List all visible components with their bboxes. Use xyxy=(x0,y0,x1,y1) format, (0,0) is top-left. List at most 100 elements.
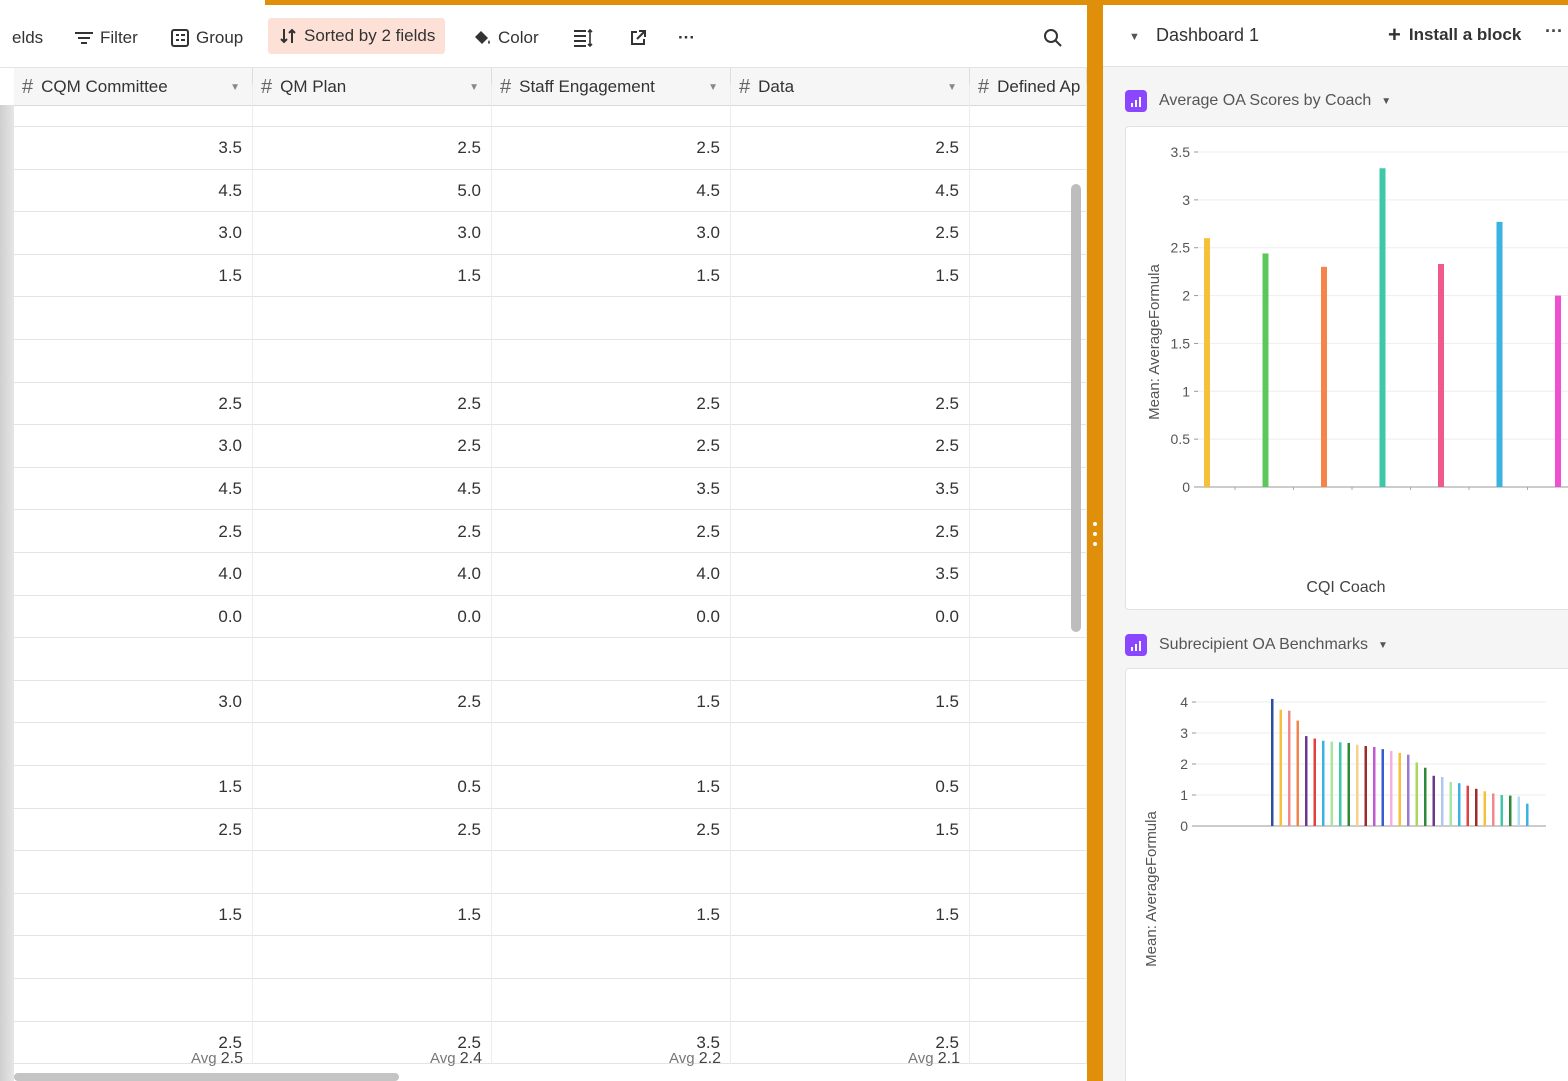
table-row[interactable]: 2.5 2.5 2.5 2.5 xyxy=(14,382,1087,426)
table-row[interactable] xyxy=(14,637,1087,681)
table-cell[interactable]: 0.0 xyxy=(492,595,731,639)
table-cell[interactable] xyxy=(970,510,1087,553)
table-cell[interactable] xyxy=(492,850,731,894)
column-summary[interactable]: Avg 2.5 xyxy=(14,1050,243,1068)
table-cell[interactable]: 1.5 xyxy=(492,254,731,298)
table-cell[interactable]: 1.5 xyxy=(731,808,970,852)
table-cell[interactable]: 1.5 xyxy=(731,254,970,298)
table-row[interactable]: 3.5 2.5 2.5 2.5 xyxy=(14,126,1087,170)
filter-button[interactable]: Filter xyxy=(74,24,138,52)
table-row[interactable]: 3.0 2.5 1.5 1.5 xyxy=(14,680,1087,724)
table-cell[interactable]: 0.0 xyxy=(14,595,253,639)
table-cell[interactable]: 1.5 xyxy=(253,254,492,298)
table-cell[interactable]: 5.0 xyxy=(253,169,492,213)
table-row[interactable]: 1.5 1.5 1.5 1.5 xyxy=(14,254,1087,298)
table-cell[interactable] xyxy=(14,84,253,127)
table-cell[interactable] xyxy=(970,808,1087,852)
table-cell[interactable]: 0.5 xyxy=(253,765,492,809)
table-cell[interactable]: 0.0 xyxy=(253,595,492,639)
table-cell[interactable] xyxy=(14,637,253,681)
table-cell[interactable] xyxy=(970,126,1087,170)
horizontal-scrollbar[interactable] xyxy=(14,1073,399,1081)
table-cell[interactable]: 2.5 xyxy=(731,126,970,170)
table-cell[interactable] xyxy=(253,978,492,1022)
table-cell[interactable]: 1.5 xyxy=(731,893,970,937)
table-cell[interactable]: 2.5 xyxy=(731,382,970,426)
table-row[interactable] xyxy=(14,339,1087,383)
table-cell[interactable] xyxy=(970,936,1087,979)
table-cell[interactable]: 3.0 xyxy=(14,680,253,724)
table-row[interactable] xyxy=(14,936,1087,979)
table-cell[interactable] xyxy=(970,552,1087,596)
table-cell[interactable]: 1.5 xyxy=(14,765,253,809)
table-cell[interactable] xyxy=(14,936,253,979)
table-cell[interactable]: 2.5 xyxy=(253,126,492,170)
table-cell[interactable] xyxy=(731,723,970,766)
table-cell[interactable]: 2.5 xyxy=(14,510,253,553)
table-cell[interactable]: 1.5 xyxy=(14,254,253,298)
table-cell[interactable] xyxy=(970,254,1087,298)
table-cell[interactable] xyxy=(492,723,731,766)
table-cell[interactable]: 2.5 xyxy=(253,424,492,468)
table-cell[interactable]: 3.5 xyxy=(14,126,253,170)
table-cell[interactable]: 4.5 xyxy=(731,169,970,213)
table-cell[interactable]: 3.5 xyxy=(492,467,731,511)
table-cell[interactable] xyxy=(253,297,492,340)
table-cell[interactable] xyxy=(731,637,970,681)
table-cell[interactable]: 2.5 xyxy=(492,126,731,170)
table-row[interactable] xyxy=(14,84,1087,127)
table-row[interactable]: 3.0 2.5 2.5 2.5 xyxy=(14,424,1087,468)
table-cell[interactable]: 2.5 xyxy=(731,424,970,468)
hide-fields-button[interactable]: elds xyxy=(12,24,43,52)
table-row[interactable]: 2.5 2.5 2.5 2.5 xyxy=(14,510,1087,553)
table-cell[interactable]: 1.5 xyxy=(14,893,253,937)
table-cell[interactable] xyxy=(970,637,1087,681)
install-block-button[interactable]: + Install a block xyxy=(1388,24,1521,46)
table-cell[interactable] xyxy=(14,723,253,766)
table-cell[interactable]: 1.5 xyxy=(492,765,731,809)
column-summary[interactable]: Avg 2.2 xyxy=(492,1050,721,1068)
table-cell[interactable]: 2.5 xyxy=(731,211,970,255)
table-cell[interactable] xyxy=(253,84,492,127)
table-cell[interactable] xyxy=(14,850,253,894)
table-cell[interactable]: 4.0 xyxy=(14,552,253,596)
table-cell[interactable] xyxy=(492,84,731,127)
table-cell[interactable]: 4.5 xyxy=(253,467,492,511)
table-cell[interactable]: 1.5 xyxy=(253,893,492,937)
table-cell[interactable] xyxy=(970,595,1087,639)
table-row[interactable] xyxy=(14,723,1087,766)
table-row[interactable]: 4.5 5.0 4.5 4.5 xyxy=(14,169,1087,213)
table-cell[interactable] xyxy=(970,211,1087,255)
table-cell[interactable]: 3.0 xyxy=(492,211,731,255)
table-row[interactable]: 4.0 4.0 4.0 3.5 xyxy=(14,552,1087,596)
table-cell[interactable]: 2.5 xyxy=(492,510,731,553)
table-cell[interactable] xyxy=(14,339,253,383)
table-cell[interactable]: 3.5 xyxy=(731,467,970,511)
group-button[interactable]: Group xyxy=(170,24,243,52)
drag-handle-icon[interactable] xyxy=(1093,522,1097,546)
table-cell[interactable]: 3.0 xyxy=(253,211,492,255)
table-cell[interactable] xyxy=(970,297,1087,340)
table-cell[interactable]: 4.0 xyxy=(253,552,492,596)
table-cell[interactable] xyxy=(970,765,1087,809)
chart1-block-title[interactable]: Average OA Scores by Coach ▼ xyxy=(1125,90,1391,112)
table-cell[interactable] xyxy=(731,84,970,127)
table-cell[interactable]: 3.5 xyxy=(731,552,970,596)
table-cell[interactable] xyxy=(492,339,731,383)
table-cell[interactable] xyxy=(970,339,1087,383)
table-cell[interactable]: 4.5 xyxy=(492,169,731,213)
sort-button[interactable]: Sorted by 2 fields xyxy=(268,18,446,54)
table-cell[interactable]: 1.5 xyxy=(731,680,970,724)
table-cell[interactable] xyxy=(970,169,1087,213)
table-cell[interactable]: 2.5 xyxy=(731,510,970,553)
table-cell[interactable] xyxy=(492,297,731,340)
table-row[interactable] xyxy=(14,850,1087,894)
table-cell[interactable]: 2.5 xyxy=(253,680,492,724)
table-cell[interactable]: 2.5 xyxy=(14,382,253,426)
table-cell[interactable] xyxy=(492,978,731,1022)
table-cell[interactable] xyxy=(253,850,492,894)
table-cell[interactable] xyxy=(970,723,1087,766)
table-cell[interactable] xyxy=(970,382,1087,426)
column-summary[interactable]: Avg 2.1 xyxy=(731,1050,960,1068)
table-cell[interactable]: 1.5 xyxy=(492,893,731,937)
